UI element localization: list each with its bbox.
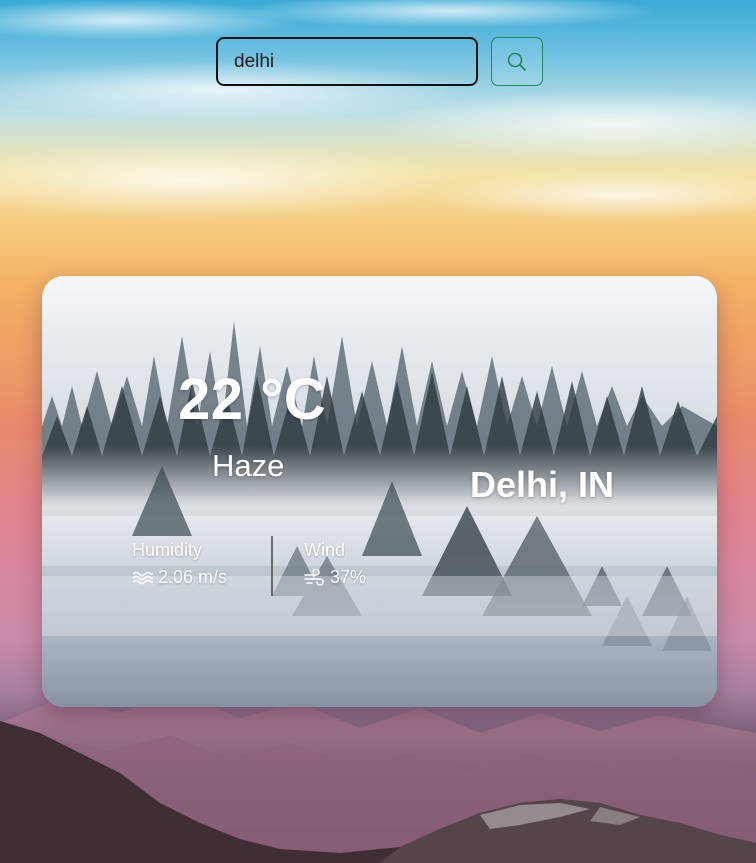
search-bar [216, 37, 543, 86]
location-name: Delhi, IN [470, 464, 615, 505]
sky-cloud [380, 90, 756, 160]
temperature-value: 22 °C [178, 367, 327, 432]
wind-icon [304, 568, 326, 587]
wind-stat: Wind 37% [304, 540, 366, 588]
humidity-value: 2.06 m/s [158, 567, 228, 587]
water-waves-icon [132, 570, 154, 586]
sky-cloud [240, 0, 660, 28]
weather-app-page: 22 °C Haze Delhi, IN Humidity 2.06 m/s [0, 0, 756, 863]
stats-divider [271, 536, 273, 596]
sky-cloud [0, 140, 460, 220]
search-button[interactable] [491, 37, 543, 86]
humidity-stat: Humidity 2.06 m/s [132, 540, 227, 588]
sky-cloud [0, 0, 300, 40]
weather-card: 22 °C Haze Delhi, IN Humidity 2.06 m/s W… [42, 276, 717, 707]
search-icon [506, 51, 528, 73]
wind-label: Wind [304, 540, 346, 560]
sky-cloud [420, 170, 756, 220]
wind-value: 37% [330, 567, 367, 587]
weather-condition: Haze [212, 448, 285, 483]
weather-details: 22 °C Haze Delhi, IN Humidity 2.06 m/s W… [42, 276, 717, 707]
humidity-label: Humidity [132, 540, 203, 560]
city-search-input[interactable] [216, 37, 478, 86]
